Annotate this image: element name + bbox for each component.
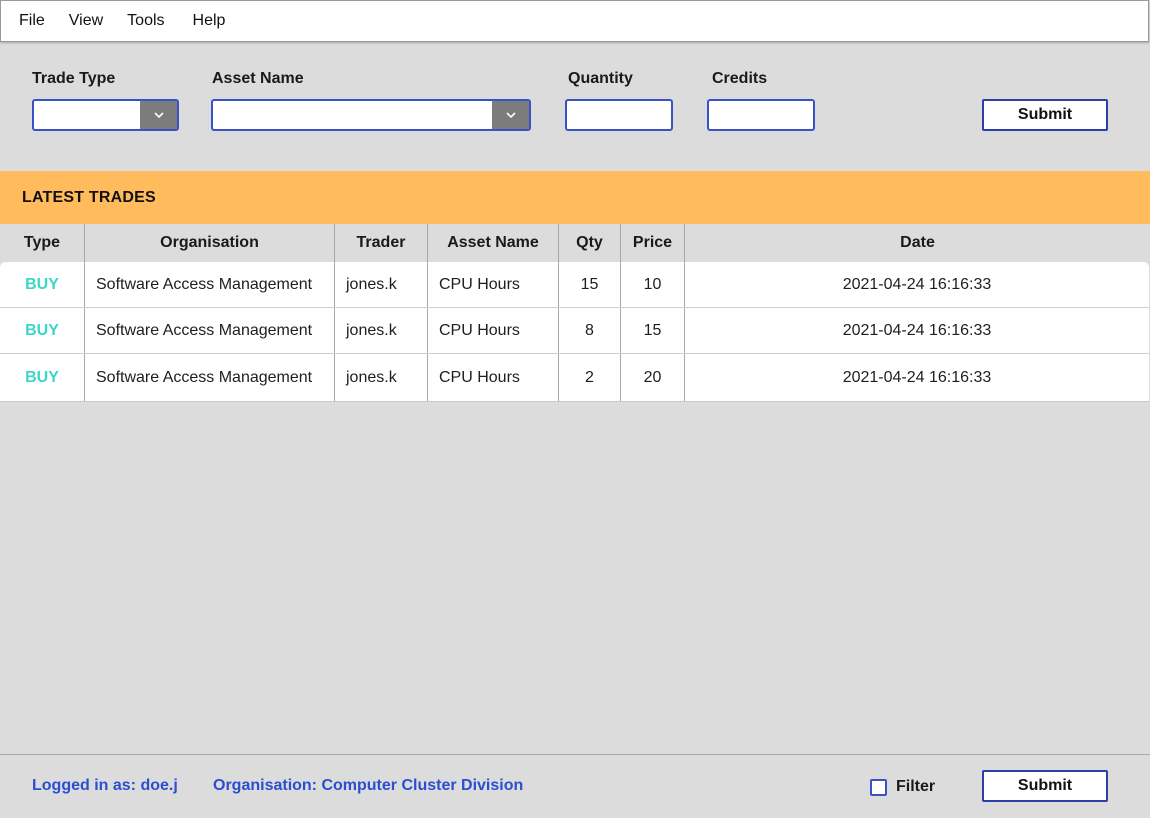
menu-file[interactable]: File xyxy=(19,12,45,30)
menu-bar: File View Tools Help xyxy=(0,0,1149,42)
cell-asset-name: CPU Hours xyxy=(428,354,559,401)
menu-help[interactable]: Help xyxy=(193,12,226,30)
chevron-down-icon xyxy=(153,111,164,118)
trade-type-value xyxy=(34,101,140,129)
quantity-input[interactable] xyxy=(565,99,673,131)
latest-trades-header: LATEST TRADES xyxy=(0,171,1150,224)
trades-table-header: Type Organisation Trader Asset Name Qty … xyxy=(0,224,1150,262)
cell-qty: 15 xyxy=(559,262,621,307)
status-footer: Logged in as: doe.j Organisation: Comput… xyxy=(0,754,1150,818)
cell-type: BUY xyxy=(0,308,85,353)
cell-type: BUY xyxy=(0,262,85,307)
organisation-name: Organisation: Computer Cluster Division xyxy=(213,777,524,794)
filter-label: Filter xyxy=(896,778,936,795)
cell-price: 15 xyxy=(621,308,685,353)
asset-name-select[interactable] xyxy=(211,99,531,131)
chevron-down-icon xyxy=(505,111,516,118)
cell-price: 20 xyxy=(621,354,685,401)
column-header-trader[interactable]: Trader xyxy=(335,224,428,262)
cell-organisation: Software Access Management xyxy=(85,262,335,307)
filter-checkbox[interactable] xyxy=(870,779,887,796)
cell-date: 2021-04-24 16:16:33 xyxy=(842,321,992,339)
menu-tools[interactable]: Tools xyxy=(127,12,164,30)
asset-name-dropdown-button[interactable] xyxy=(492,101,529,129)
menu-view[interactable]: View xyxy=(69,12,103,30)
table-row[interactable]: BUY Software Access Management jones.k C… xyxy=(0,354,1149,401)
cell-qty: 2 xyxy=(559,354,621,401)
logged-in-user: Logged in as: doe.j xyxy=(32,777,178,794)
credits-label: Credits xyxy=(712,70,768,87)
asset-name-value xyxy=(213,101,492,129)
cell-asset-name: CPU Hours xyxy=(428,308,559,353)
footer-submit-button[interactable]: Submit xyxy=(982,770,1108,802)
trades-table-body: BUY Software Access Management jones.k C… xyxy=(0,262,1149,402)
asset-name-label: Asset Name xyxy=(212,70,304,87)
section-title: LATEST TRADES xyxy=(22,188,156,206)
cell-price: 10 xyxy=(621,262,685,307)
submit-trade-button[interactable]: Submit xyxy=(982,99,1108,131)
trade-type-select[interactable] xyxy=(32,99,179,131)
cell-type: BUY xyxy=(0,354,85,401)
column-header-organisation[interactable]: Organisation xyxy=(85,224,335,262)
column-header-asset-name[interactable]: Asset Name xyxy=(428,224,559,262)
trading-app: File View Tools Help Trade Type Asset Na… xyxy=(0,0,1150,818)
cell-organisation: Software Access Management xyxy=(85,308,335,353)
credits-input[interactable] xyxy=(707,99,815,131)
cell-date: 2021-04-24 16:16:33 xyxy=(842,368,992,386)
column-header-qty[interactable]: Qty xyxy=(559,224,621,262)
table-row[interactable]: BUY Software Access Management jones.k C… xyxy=(0,262,1149,308)
table-row[interactable]: BUY Software Access Management jones.k C… xyxy=(0,308,1149,354)
column-header-date[interactable]: Date xyxy=(685,224,1150,262)
cell-trader: jones.k xyxy=(335,354,428,401)
cell-organisation: Software Access Management xyxy=(85,354,335,401)
trade-type-label: Trade Type xyxy=(32,70,116,87)
cell-qty: 8 xyxy=(559,308,621,353)
cell-trader: jones.k xyxy=(335,262,428,307)
column-header-type[interactable]: Type xyxy=(0,224,85,262)
column-header-price[interactable]: Price xyxy=(621,224,685,262)
trade-type-dropdown-button[interactable] xyxy=(140,101,177,129)
cell-trader: jones.k xyxy=(335,308,428,353)
cell-date: 2021-04-24 16:16:33 xyxy=(842,275,992,293)
quantity-label: Quantity xyxy=(568,70,633,87)
cell-asset-name: CPU Hours xyxy=(428,262,559,307)
